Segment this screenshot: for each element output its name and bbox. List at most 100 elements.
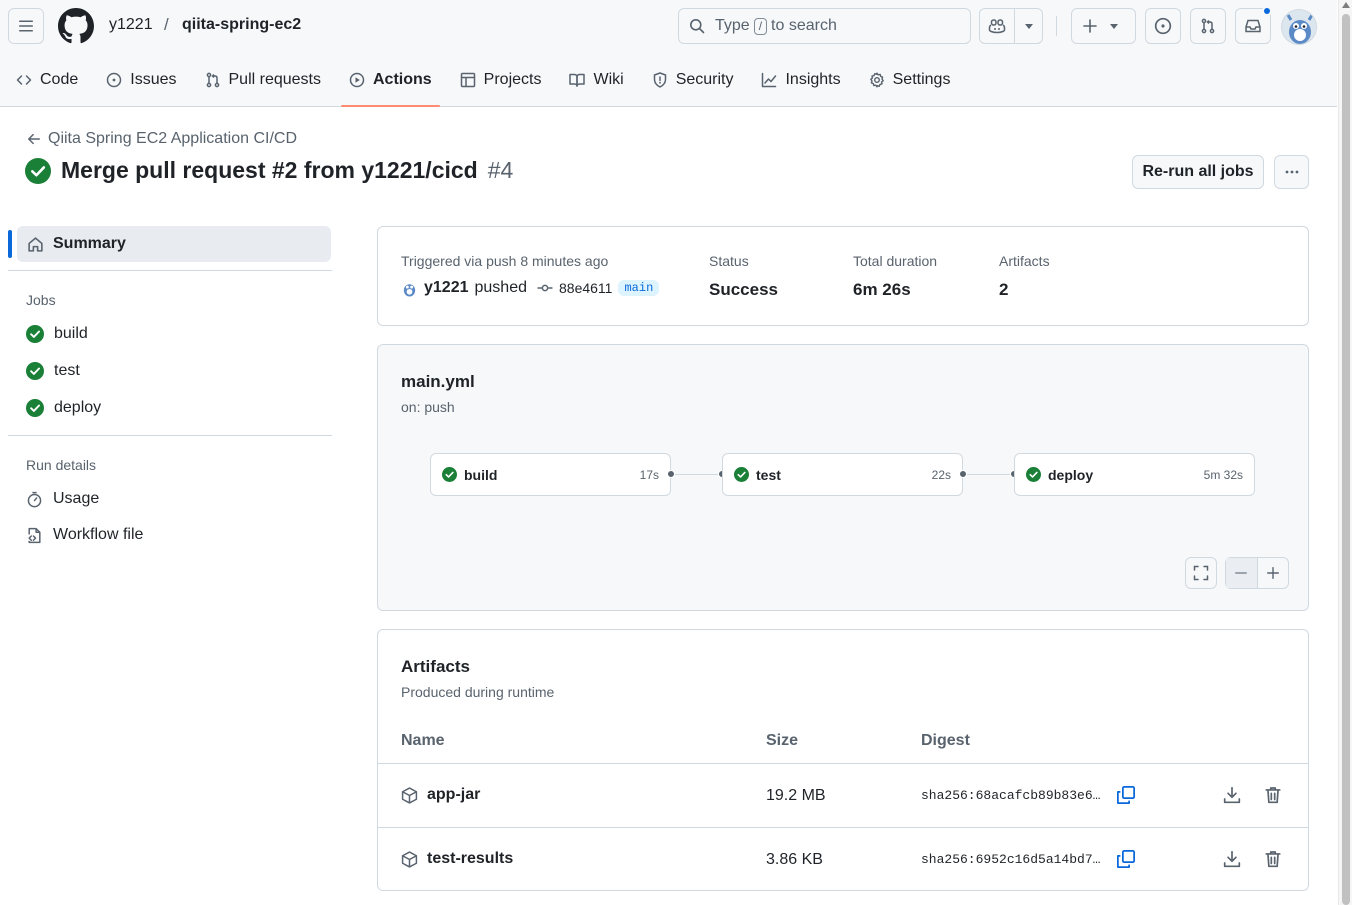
sidebar-item-summary[interactable]: Summary xyxy=(17,226,331,262)
job-name: test xyxy=(756,466,781,483)
hamburger-icon xyxy=(19,20,33,32)
sidebar-divider xyxy=(8,270,332,271)
run-title: Merge pull request #2 from y1221/cicd xyxy=(61,157,478,183)
job-connector xyxy=(963,474,1014,475)
tab-security[interactable]: Security xyxy=(644,62,742,98)
workflow-name[interactable]: Qiita Spring EC2 Application CI/CD xyxy=(48,130,297,148)
tab-projects[interactable]: Projects xyxy=(452,62,550,98)
home-icon xyxy=(28,236,43,252)
tab-label: Settings xyxy=(892,71,951,88)
push-info: y1221 pushed 88e4611 main xyxy=(401,279,660,297)
tab-issues[interactable]: Issues xyxy=(98,62,184,98)
graph-job-deploy[interactable]: deploy 5m 32s xyxy=(1014,453,1255,496)
delete-artifact-button[interactable] xyxy=(1264,786,1282,804)
job-name: deploy xyxy=(1048,466,1094,483)
search-placeholder-prefix: Type xyxy=(715,17,750,34)
inbox-icon xyxy=(1245,19,1261,33)
copy-digest-button[interactable] xyxy=(1116,785,1136,805)
sidebar-item-label: build xyxy=(54,325,88,342)
shield-icon xyxy=(653,72,666,88)
trigger-info: Triggered via push 8 minutes ago y1221 p… xyxy=(401,253,660,297)
column-header-size: Size xyxy=(766,732,799,749)
check-circle-fill-icon xyxy=(1026,467,1041,482)
breadcrumb-repo[interactable]: qiita-spring-ec2 xyxy=(182,16,301,34)
create-new-button[interactable] xyxy=(1071,8,1136,44)
book-icon xyxy=(569,73,586,87)
arrow-left-icon xyxy=(28,133,40,145)
run-summary-card: Triggered via push 8 minutes ago y1221 p… xyxy=(377,226,1309,326)
code-icon xyxy=(16,75,32,85)
trash-icon xyxy=(1265,851,1281,868)
sidebar-job-build[interactable]: build xyxy=(26,325,88,343)
download-artifact-button[interactable] xyxy=(1223,850,1241,868)
tab-settings[interactable]: Settings xyxy=(861,62,959,98)
more-actions-button[interactable] xyxy=(1274,155,1309,189)
copilot-dropdown[interactable] xyxy=(1015,9,1042,43)
tab-code[interactable]: Code xyxy=(8,62,86,98)
avatar xyxy=(403,283,416,297)
graph-icon xyxy=(762,72,777,88)
branch-label[interactable]: main xyxy=(618,280,660,296)
graph-job-build[interactable]: build 17s xyxy=(430,453,671,496)
copilot-button[interactable] xyxy=(980,9,1015,43)
column-header-digest: Digest xyxy=(921,732,970,749)
job-duration: 17s xyxy=(639,467,659,482)
sidebar-item-workflow-file[interactable]: Workflow file xyxy=(26,526,143,544)
user-avatar[interactable] xyxy=(1281,9,1317,45)
check-circle-fill-icon xyxy=(26,325,44,343)
zoom-in-button[interactable] xyxy=(1258,558,1289,588)
graph-job-test[interactable]: test 22s xyxy=(722,453,963,496)
sidebar-item-usage[interactable]: Usage xyxy=(26,490,99,508)
connector-dot xyxy=(959,470,967,478)
artifact-size: 3.86 KB xyxy=(766,851,823,868)
scrollbar-thumb[interactable] xyxy=(1342,14,1350,905)
table-icon xyxy=(460,72,475,88)
tab-pull-requests[interactable]: Pull requests xyxy=(197,62,330,98)
download-artifact-button[interactable] xyxy=(1223,786,1241,804)
scroll-up-arrow[interactable] xyxy=(1342,2,1350,8)
status-info: Status Success xyxy=(709,253,778,300)
copy-digest-button[interactable] xyxy=(1116,849,1136,869)
delete-artifact-button[interactable] xyxy=(1264,850,1282,868)
fullscreen-button[interactable] xyxy=(1185,557,1217,589)
menu-button[interactable] xyxy=(8,8,44,44)
artifact-size: 19.2 MB xyxy=(766,787,826,804)
tab-label: Insights xyxy=(785,71,841,88)
tab-label: Code xyxy=(40,71,79,88)
artifact-name-link[interactable]: test-results xyxy=(401,850,513,868)
check-circle-fill-icon xyxy=(26,399,44,417)
artifacts-card: Artifacts Produced during runtime Name S… xyxy=(377,629,1309,891)
tab-wiki[interactable]: Wiki xyxy=(561,62,631,98)
sidebar-job-deploy[interactable]: deploy xyxy=(26,399,101,417)
breadcrumb-owner[interactable]: y1221 xyxy=(109,16,153,34)
breadcrumb-separator: / xyxy=(164,15,169,34)
active-indicator xyxy=(8,230,12,258)
issue-icon xyxy=(1154,17,1172,35)
tab-actions[interactable]: Actions xyxy=(341,62,440,107)
zoom-out-button[interactable] xyxy=(1226,558,1258,588)
pusher-username[interactable]: y1221 xyxy=(424,279,469,297)
back-to-workflow-link[interactable]: Qiita Spring EC2 Application CI/CD xyxy=(27,130,297,148)
search-icon xyxy=(690,19,705,34)
vertical-scrollbar[interactable] xyxy=(1338,0,1352,905)
your-issues-button[interactable] xyxy=(1145,8,1181,44)
tab-label: Projects xyxy=(483,71,542,88)
workflow-graph-card: main.yml on: push build 17s test 22s deploy 5… xyxy=(377,344,1309,611)
download-icon xyxy=(1223,786,1241,804)
pull-request-icon xyxy=(1201,18,1215,34)
rerun-all-jobs-button[interactable]: Re-run all jobs xyxy=(1132,155,1264,189)
commit-sha[interactable]: 88e4611 xyxy=(559,280,612,296)
artifact-name: test-results xyxy=(427,850,514,867)
tab-insights[interactable]: Insights xyxy=(753,62,848,98)
job-connector xyxy=(671,474,722,475)
artifacts-count[interactable]: 2 xyxy=(999,280,1050,300)
github-logo-icon[interactable] xyxy=(58,8,94,44)
artifact-name-link[interactable]: app-jar xyxy=(401,786,480,804)
check-circle-fill-icon xyxy=(26,362,44,380)
tab-label: Wiki xyxy=(593,71,624,88)
search-input[interactable]: Type / to search xyxy=(678,8,971,44)
status-value: Success xyxy=(709,280,778,299)
trash-icon xyxy=(1265,787,1281,804)
sidebar-job-test[interactable]: test xyxy=(26,362,80,380)
your-pull-requests-button[interactable] xyxy=(1190,8,1226,44)
